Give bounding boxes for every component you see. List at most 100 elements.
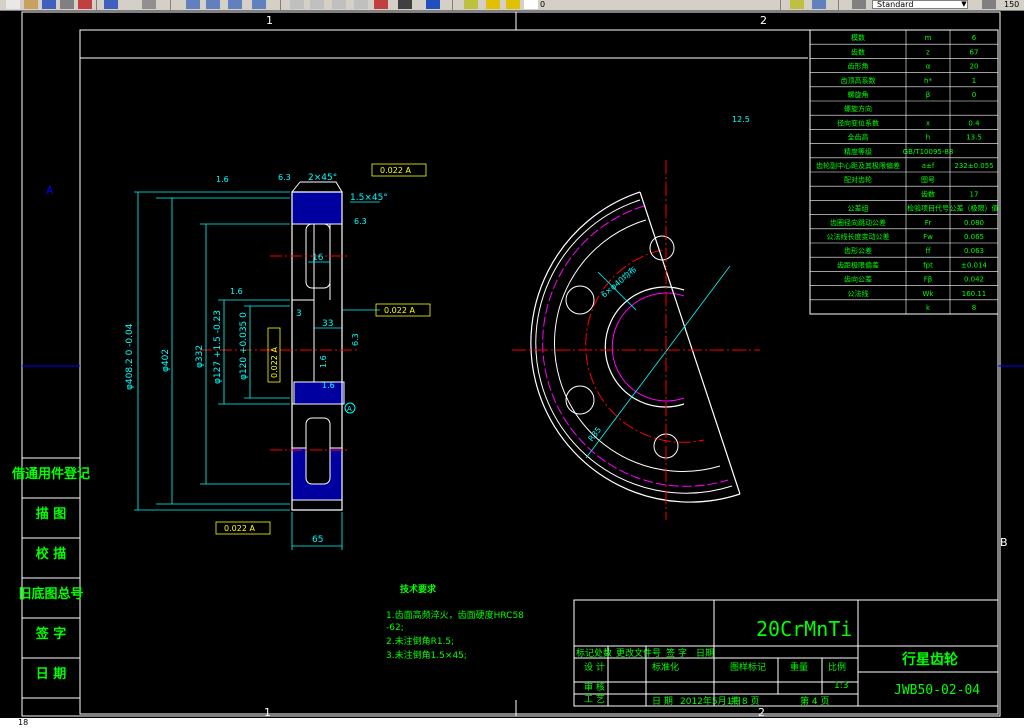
dim-hub: 33 bbox=[322, 319, 333, 329]
left-column-label: 签 字 bbox=[35, 626, 67, 642]
tolerance-frame: 0.022 A bbox=[384, 306, 415, 315]
sheets-total: 共 8 页 bbox=[730, 696, 759, 707]
command-line[interactable]: 18 bbox=[0, 718, 1024, 728]
rev-header-cell: 标记 bbox=[576, 647, 594, 659]
left-column-label: 借通用件登记 bbox=[11, 466, 90, 482]
layer-color-icon[interactable] bbox=[524, 0, 538, 9]
roughness-label: 12.5 bbox=[732, 115, 750, 124]
new-icon[interactable] bbox=[6, 0, 20, 9]
mark-label: 图样标记 bbox=[730, 661, 766, 673]
left-column-label: 日 期 bbox=[36, 667, 67, 682]
left-column-label: 旧底图总号 bbox=[18, 586, 83, 602]
roughness-label: 1.6 bbox=[322, 381, 335, 390]
roughness-label: 1.6 bbox=[216, 175, 229, 184]
match-properties-icon[interactable] bbox=[78, 0, 92, 9]
left-column bbox=[21, 457, 81, 699]
param-table-cell: 齿圈径向跳动公差 bbox=[830, 218, 886, 227]
redo-icon[interactable] bbox=[142, 0, 156, 9]
dim-width: 65 bbox=[312, 535, 323, 545]
roughness-label: 6.3 bbox=[278, 173, 291, 182]
param-table-cell: 齿数 bbox=[921, 189, 935, 198]
param-table-cell: h* bbox=[924, 77, 932, 85]
tech-req-item: 1.齿面高频淬火，齿面硬度HRC58 bbox=[386, 609, 524, 621]
param-table-cell: 0 bbox=[972, 91, 976, 99]
properties-icon[interactable] bbox=[290, 0, 304, 9]
roughness-label: 1.6 bbox=[230, 287, 243, 296]
zoom-previous-icon[interactable] bbox=[252, 0, 266, 9]
param-table-cell: 径向变位系数 bbox=[837, 118, 879, 127]
dim-bore1: φ127 +1.5 -0.23 bbox=[213, 310, 223, 384]
sign-row-label: 审 核 bbox=[584, 681, 605, 693]
date-label: 日 期 bbox=[652, 696, 673, 707]
param-table-cell: 公法线长度变动公差 bbox=[827, 232, 890, 241]
mark-label: 重量 bbox=[790, 661, 808, 673]
param-table-cell: 齿形角 bbox=[848, 62, 869, 71]
param-table-cell: ±0.014 bbox=[961, 261, 987, 269]
param-table-cell: 公法线 bbox=[848, 289, 869, 298]
param-table-cell: h bbox=[926, 134, 930, 142]
drawing-canvas[interactable]: 1 2 1 2 A B 借通用件登记 描 图 校 描 旧底图总号 签 字 日 期… bbox=[0, 10, 1024, 718]
param-table-cell: Fβ bbox=[924, 276, 933, 284]
dim-bore2: φ120 +0.035 0 bbox=[239, 312, 249, 380]
dim-chamfer2: 1.5×45° bbox=[350, 193, 388, 203]
dim-style-combo[interactable]: 150 bbox=[1004, 0, 1019, 9]
param-table-cell: Fw bbox=[923, 233, 933, 241]
pan-icon[interactable] bbox=[186, 0, 200, 9]
tech-req-item: 3.未注倒角1.5×45; bbox=[386, 649, 467, 661]
material-label: 20CrMnTi bbox=[756, 617, 852, 641]
layer-combo[interactable]: 0 bbox=[540, 0, 545, 9]
design-center-icon[interactable] bbox=[310, 0, 324, 9]
param-table-cell: 6 bbox=[972, 34, 977, 42]
param-table-cell: Wk bbox=[923, 290, 935, 298]
command-line-text: 18 bbox=[18, 718, 29, 727]
layer-freeze-icon[interactable] bbox=[506, 0, 520, 9]
layer-manager-icon[interactable] bbox=[464, 0, 478, 9]
print-icon[interactable] bbox=[60, 0, 74, 9]
markup-icon[interactable] bbox=[374, 0, 388, 9]
open-icon[interactable] bbox=[24, 0, 38, 9]
rev-header-cell: 签 字 bbox=[666, 647, 687, 659]
sheet-set-icon[interactable] bbox=[354, 0, 368, 9]
part-name-label: 行星齿轮 bbox=[901, 651, 958, 668]
param-table-cell: 全齿高 bbox=[848, 133, 869, 142]
tech-req-title: 技术要求 bbox=[400, 583, 437, 595]
rev-header-cell: 处数 bbox=[594, 647, 612, 659]
param-table-cell: 精度等级 bbox=[844, 147, 872, 156]
layer-previous-icon[interactable] bbox=[790, 0, 804, 9]
dim-style-icon[interactable] bbox=[982, 0, 996, 9]
layer-states-icon[interactable] bbox=[812, 0, 826, 9]
left-column-label: 描 图 bbox=[36, 506, 67, 522]
zoom-window-icon[interactable] bbox=[228, 0, 242, 9]
param-table-cell: 0.063 bbox=[964, 247, 984, 255]
rev-header-cell: 更改文件号 bbox=[616, 647, 661, 659]
param-table-cell: 232±0.055 bbox=[954, 162, 993, 170]
tech-req-item: -62; bbox=[386, 623, 404, 633]
param-table-cell: 0.4 bbox=[968, 119, 980, 127]
param-table-cell: 0.065 bbox=[964, 233, 984, 241]
param-table-cell: GB/T10095-88 bbox=[903, 148, 954, 156]
standardize-label: 标准化 bbox=[652, 661, 679, 673]
drawing-number-label: JWB50-02-04 bbox=[894, 683, 980, 698]
text-style-icon[interactable] bbox=[852, 0, 866, 9]
param-table-cell: 齿距极限偏差 bbox=[837, 260, 879, 269]
zone-label: 1 bbox=[264, 706, 271, 718]
param-table-cell: 13.5 bbox=[966, 134, 982, 142]
text-style-combo[interactable]: Standard bbox=[872, 0, 968, 9]
param-table: 模数 m 6 齿数 z 67 齿形角 α 20 齿顶高系数 h* 1 螺旋角 β 0 螺旋方向径向变位系数 x 0… bbox=[809, 29, 999, 315]
zoom-realtime-icon[interactable] bbox=[206, 0, 220, 9]
param-table-cell: Fr bbox=[925, 219, 932, 227]
dim-holes: 6×φ40均布 bbox=[599, 264, 639, 299]
chevron-down-icon[interactable]: ▼ bbox=[960, 0, 968, 9]
tool-palette-icon[interactable] bbox=[332, 0, 346, 9]
zone-label: A bbox=[46, 184, 54, 197]
param-table-cell: 齿形公差 bbox=[844, 246, 872, 255]
save-icon[interactable] bbox=[42, 0, 56, 9]
calculator-icon[interactable] bbox=[398, 0, 412, 9]
roughness-label: 1.6 bbox=[319, 355, 328, 368]
layer-on-icon[interactable] bbox=[486, 0, 500, 9]
param-table-cell: 配对齿轮 bbox=[844, 175, 872, 184]
undo-icon[interactable] bbox=[104, 0, 118, 9]
help-icon[interactable] bbox=[426, 0, 440, 9]
param-table-cell: 齿数 bbox=[851, 47, 865, 56]
param-table-cell: 模数 bbox=[851, 33, 865, 42]
